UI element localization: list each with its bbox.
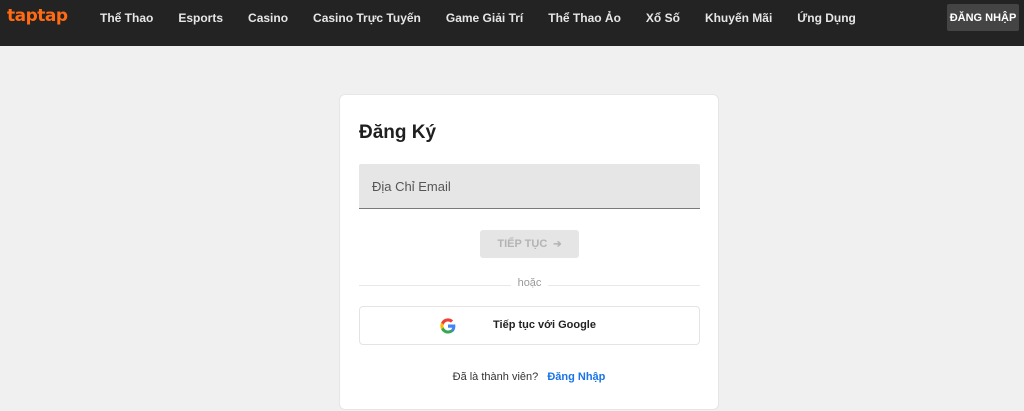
google-label: Tiếp tục với Google [493, 319, 596, 331]
email-field[interactable] [359, 164, 700, 209]
header-login-button[interactable]: ĐĂNG NHẬP [947, 4, 1019, 31]
divider-text: hoặc [510, 277, 549, 289]
signup-card: Đăng Ký TIẾP TỤC ➔ hoặc Tiếp tục với Goo… [339, 94, 719, 410]
page-title: Đăng Ký [359, 122, 437, 143]
member-text: Đã là thành viên? [452, 371, 539, 383]
arrow-right-icon: ➔ [553, 238, 562, 250]
nav-item-casino[interactable]: Casino [248, 11, 288, 25]
nav-item-the-thao-ao[interactable]: Thể Thao Ảo [548, 11, 621, 25]
or-divider: hoặc [359, 277, 700, 293]
member-row: Đã là thành viên? Đăng Nhập [340, 371, 718, 383]
nav-item-xo-so[interactable]: Xổ Số [646, 11, 680, 25]
brand-logo[interactable]: taptap [7, 6, 68, 26]
nav-item-the-thao[interactable]: Thể Thao [100, 11, 153, 25]
continue-label: TIẾP TỤC [497, 238, 548, 250]
continue-button[interactable]: TIẾP TỤC ➔ [480, 230, 579, 258]
nav-item-ung-dung[interactable]: Ứng Dụng [797, 11, 856, 25]
login-link[interactable]: Đăng Nhập [547, 371, 605, 383]
google-signin-button[interactable]: Tiếp tục với Google [359, 306, 700, 345]
top-navbar: taptap Thể Thao Esports Casino Casino Tr… [0, 0, 1024, 46]
nav-item-game-giai-tri[interactable]: Game Giải Trí [446, 11, 523, 25]
nav-item-khuyen-mai[interactable]: Khuyến Mãi [705, 11, 772, 25]
main-nav: Thể Thao Esports Casino Casino Trực Tuyế… [100, 0, 881, 36]
nav-item-casino-truc-tuyen[interactable]: Casino Trực Tuyến [313, 11, 421, 25]
nav-item-esports[interactable]: Esports [178, 11, 223, 25]
